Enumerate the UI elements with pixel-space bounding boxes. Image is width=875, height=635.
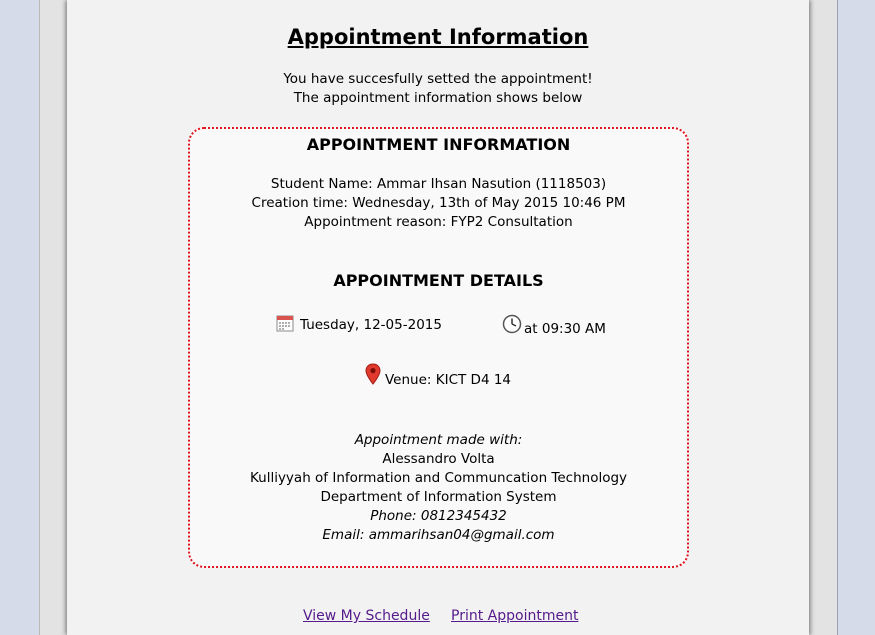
lecturer-department: Department of Information System — [320, 489, 557, 505]
print-appointment-link[interactable]: Print Appointment — [451, 608, 578, 624]
intro-message: You have succesfully setted the appointm… — [67, 70, 809, 108]
map-pin-icon — [365, 363, 381, 389]
intro-line-info: The appointment information shows below — [293, 90, 583, 106]
appointment-venue: Venue: KICT D4 14 — [365, 363, 511, 389]
left-gutter — [0, 0, 39, 635]
appointment-date: Tuesday, 12-05-2015 — [276, 314, 442, 336]
page-container: Appointment Information You have succesf… — [67, 0, 809, 635]
creation-time: Creation time: Wednesday, 13th of May 20… — [251, 195, 626, 211]
venue-text: Venue: KICT D4 14 — [385, 372, 512, 388]
lecturer-email: Email: ammarihsan04@gmail.com — [322, 527, 555, 543]
time-text: at 09:30 AM — [524, 321, 606, 337]
date-text: Tuesday, 12-05-2015 — [300, 317, 442, 333]
calendar-icon — [276, 314, 294, 336]
page-title: Appointment Information — [287, 25, 589, 49]
lecturer-phone: Phone: 0812345432 — [370, 508, 507, 524]
intro-line-success: You have succesfully setted the appointm… — [283, 71, 593, 87]
info-lines: Student Name: Ammar Ihsan Nasution (1118… — [190, 175, 687, 232]
appointment-reason: Appointment reason: FYP2 Consultation — [304, 214, 573, 230]
appointment-time: at 09:30 AM — [502, 314, 606, 338]
made-with-section: Appointment made with: Alessandro Volta … — [190, 431, 687, 545]
made-with-label: Appointment made with: — [354, 432, 523, 448]
details-heading: APPOINTMENT DETAILS — [333, 271, 544, 290]
lecturer-faculty: Kulliyyah of Information and Communcatio… — [249, 470, 628, 486]
right-gutter — [837, 0, 875, 635]
clock-icon — [502, 314, 522, 338]
view-schedule-link[interactable]: View My Schedule — [303, 608, 430, 624]
appointment-card: APPOINTMENT INFORMATION Student Name: Am… — [188, 127, 689, 568]
info-heading: APPOINTMENT INFORMATION — [306, 135, 571, 154]
student-name: Student Name: Ammar Ihsan Nasution (1118… — [270, 176, 607, 192]
lecturer-name: Alessandro Volta — [382, 451, 495, 467]
